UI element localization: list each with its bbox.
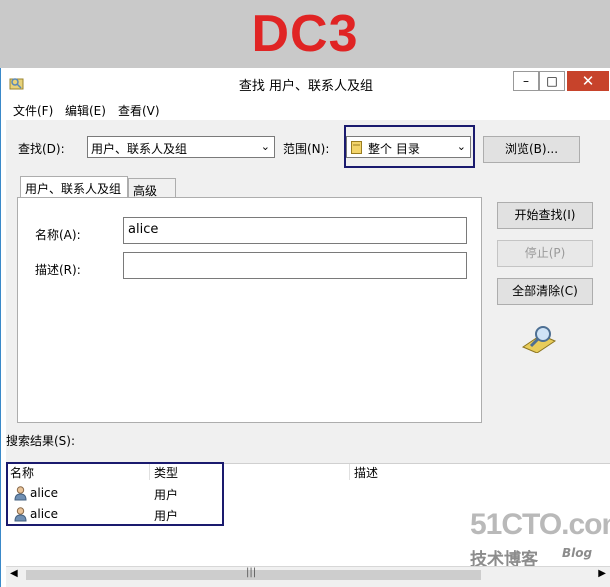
menu-edit[interactable]: 编辑(E) [65, 102, 106, 119]
chevron-down-icon: ⌄ [260, 140, 270, 153]
stop-button[interactable]: 停止(P) [497, 240, 593, 267]
menu-file[interactable]: 文件(F) [13, 102, 53, 119]
scroll-left-icon[interactable]: ◀ [10, 568, 18, 579]
horizontal-scrollbar[interactable]: ◀ ||| ▶ [6, 566, 610, 584]
grip-icon: ||| [246, 567, 257, 578]
banner: DC3 [0, 0, 610, 68]
search-results-label: 搜索结果(S): [6, 434, 76, 448]
scrollbar-thumb[interactable]: ||| [26, 567, 481, 580]
watermark-site: 51CTO.com [470, 508, 610, 541]
tab-advanced[interactable]: 高级 [128, 178, 176, 198]
watermark-blog-en: Blog [562, 546, 593, 560]
scroll-right-icon[interactable]: ▶ [598, 568, 606, 579]
scope-label: 范围(N): [283, 142, 330, 156]
banner-title: DC3 [251, 5, 359, 63]
name-field-value: alice [128, 222, 159, 237]
maximize-button[interactable]: □ [539, 71, 565, 91]
menu-bar: 文件(F) 编辑(E) 查看(V) [1, 100, 610, 120]
browse-button[interactable]: 浏览(B)... [483, 136, 580, 163]
title-bar: 查找 用户、联系人及组 – □ ✕ [1, 68, 610, 98]
find-label: 查找(D): [18, 142, 65, 156]
results-highlight-box [6, 462, 224, 526]
menu-view[interactable]: 查看(V) [118, 102, 160, 119]
column-header-description[interactable]: 描述 [350, 464, 610, 480]
scope-highlight-box [344, 125, 475, 168]
find-type-value: 用户、联系人及组 [91, 142, 188, 156]
search-criteria-panel: 名称(A): alice 描述(R): [17, 197, 482, 423]
close-button[interactable]: ✕ [567, 71, 609, 91]
clear-all-button[interactable]: 全部清除(C) [497, 278, 593, 305]
minimize-button[interactable]: – [513, 71, 539, 91]
search-animation-icon [521, 326, 557, 353]
description-field[interactable] [123, 252, 467, 279]
name-field[interactable]: alice [123, 217, 467, 244]
description-label: 描述(R): [35, 263, 81, 277]
name-label: 名称(A): [35, 228, 81, 242]
start-search-button[interactable]: 开始查找(I) [497, 202, 593, 229]
find-type-dropdown[interactable]: 用户、联系人及组 ⌄ [87, 136, 275, 158]
tab-users-contacts-groups[interactable]: 用户、联系人及组 [20, 176, 128, 198]
